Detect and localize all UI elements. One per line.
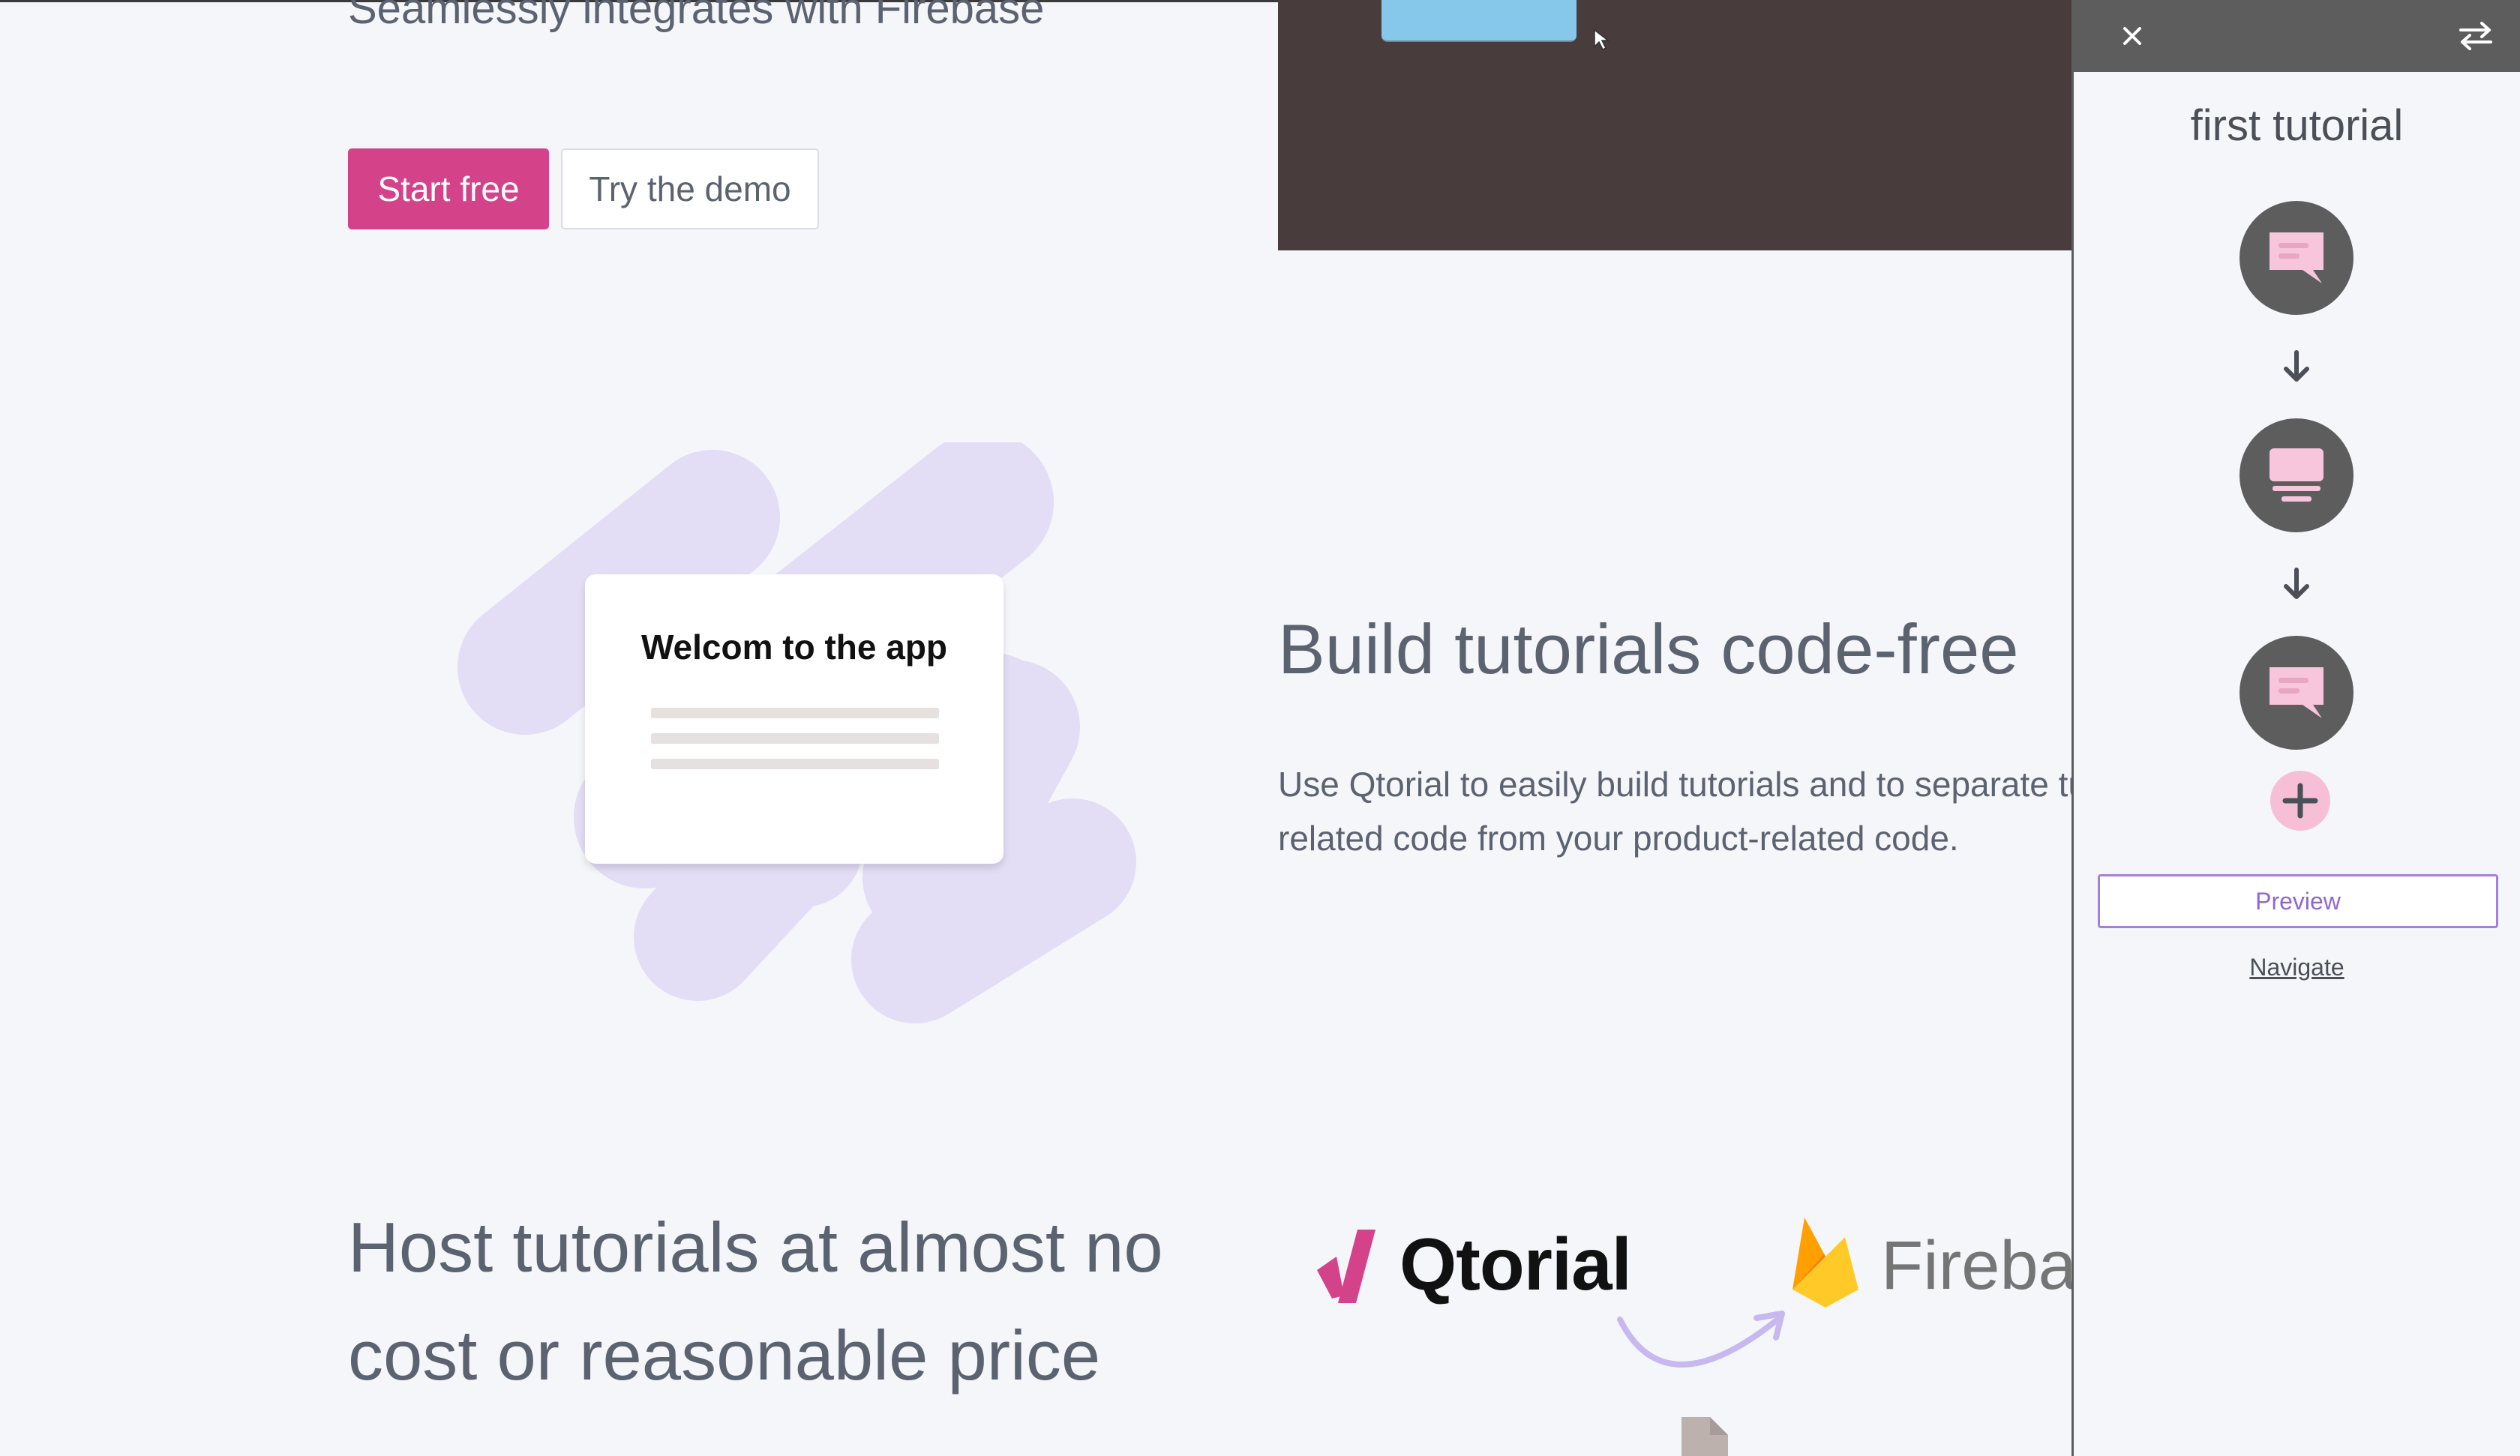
video-ui-element (1382, 0, 1576, 42)
tutorial-title: first tutorial (2190, 101, 2404, 150)
start-free-button[interactable]: Start free (348, 148, 549, 229)
host-section-heading: Host tutorials at almost no cost or reas… (348, 1208, 1163, 1395)
placeholder-line (651, 708, 939, 718)
welcome-card-title: Welcom to the app (640, 628, 948, 667)
add-step-button[interactable] (2270, 771, 2330, 831)
chat-bubble-icon (2270, 667, 2324, 718)
qtorial-logo-icon (1317, 1230, 1376, 1303)
plus-icon (2282, 783, 2318, 819)
build-section-heading: Build tutorials code-free (1278, 610, 2019, 688)
panel-header (2074, 0, 2520, 72)
tutorial-step-3[interactable] (2240, 636, 2354, 750)
welcome-card: Welcom to the app (585, 574, 1004, 864)
swap-side-icon[interactable] (2458, 19, 2494, 52)
modal-icon (2270, 448, 2324, 502)
tutorial-editor-panel: first tutorial Preview Navigate (2072, 0, 2520, 1456)
build-section-text: Use Qtorial to easily build tutorials an… (1278, 765, 2072, 858)
demo-video[interactable] (1278, 0, 2072, 250)
placeholder-line (651, 759, 939, 769)
chat-bubble-icon (2270, 232, 2324, 283)
try-demo-button[interactable]: Try the demo (561, 148, 819, 229)
navigate-link[interactable]: Navigate (2074, 954, 2520, 981)
landing-page: Seamlessly integrates with Firebase Star… (0, 0, 2072, 1456)
arrow-down-icon (2284, 350, 2309, 382)
tutorial-step-1[interactable] (2240, 201, 2354, 315)
close-icon[interactable] (2116, 19, 2149, 52)
mouse-pointer-icon (1594, 28, 1610, 51)
placeholder-line (651, 733, 939, 744)
connection-arrow-icon (1617, 1311, 1785, 1368)
hero-tagline: Seamlessly integrates with Firebase (348, 0, 1045, 33)
document-icon (1682, 1417, 1728, 1456)
arrow-down-icon (2284, 568, 2309, 599)
preview-button[interactable]: Preview (2098, 874, 2498, 928)
tutorial-step-2[interactable] (2240, 418, 2354, 532)
qtorial-logo-text: Qtorial (1400, 1223, 1632, 1305)
firebase-logo-text: Firebase (1881, 1227, 2072, 1304)
firebase-logo-icon (1792, 1218, 1858, 1308)
